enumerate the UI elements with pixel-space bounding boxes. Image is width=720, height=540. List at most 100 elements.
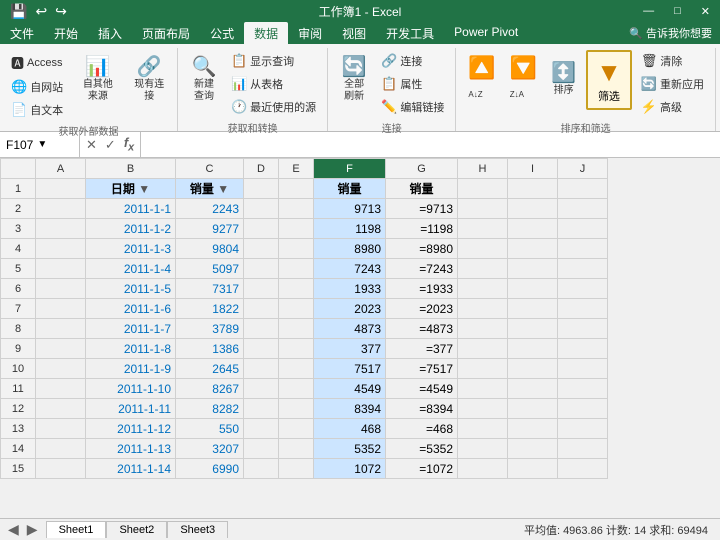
cell-F11[interactable]: 4549 bbox=[314, 379, 386, 399]
row-header-13[interactable]: 13 bbox=[1, 419, 36, 439]
maximize-btn[interactable]: □ bbox=[664, 3, 691, 20]
other-sources-btn[interactable]: 📊 自其他来源 bbox=[72, 50, 123, 110]
insert-function-icon[interactable]: fx bbox=[122, 135, 136, 154]
cell-I5[interactable] bbox=[508, 259, 558, 279]
cell-I13[interactable] bbox=[508, 419, 558, 439]
cell-E1[interactable] bbox=[279, 179, 314, 199]
tab-review[interactable]: 审阅 bbox=[288, 22, 332, 44]
clear-btn[interactable]: 🗑 清除 bbox=[636, 50, 709, 72]
cell-C13[interactable]: 550 bbox=[176, 419, 244, 439]
cell-D13[interactable] bbox=[244, 419, 279, 439]
cell-A14[interactable] bbox=[36, 439, 86, 459]
cell-B8[interactable]: 2011-1-7 bbox=[86, 319, 176, 339]
name-box-dropdown[interactable]: ▼ bbox=[37, 139, 47, 150]
connections-btn[interactable]: 🔗 连接 bbox=[376, 50, 449, 72]
cell-B6[interactable]: 2011-1-5 bbox=[86, 279, 176, 299]
cell-B10[interactable]: 2011-1-9 bbox=[86, 359, 176, 379]
tab-devtools[interactable]: 开发工具 bbox=[376, 22, 444, 44]
help-search[interactable]: 🔍 告诉我你想要 bbox=[621, 22, 720, 44]
cell-D1[interactable] bbox=[244, 179, 279, 199]
cell-A10[interactable] bbox=[36, 359, 86, 379]
cell-F3[interactable]: 1198 bbox=[314, 219, 386, 239]
cell-D6[interactable] bbox=[244, 279, 279, 299]
cell-I12[interactable] bbox=[508, 399, 558, 419]
cell-H13[interactable] bbox=[458, 419, 508, 439]
cell-F7[interactable]: 2023 bbox=[314, 299, 386, 319]
cell-B3[interactable]: 2011-1-2 bbox=[86, 219, 176, 239]
row-header-4[interactable]: 4 bbox=[1, 239, 36, 259]
cell-B15[interactable]: 2011-1-14 bbox=[86, 459, 176, 479]
cell-I3[interactable] bbox=[508, 219, 558, 239]
cell-B14[interactable]: 2011-1-13 bbox=[86, 439, 176, 459]
cell-D12[interactable] bbox=[244, 399, 279, 419]
cell-D14[interactable] bbox=[244, 439, 279, 459]
cell-G9[interactable]: =377 bbox=[386, 339, 458, 359]
cell-B12[interactable]: 2011-1-11 bbox=[86, 399, 176, 419]
cell-E10[interactable] bbox=[279, 359, 314, 379]
cell-H15[interactable] bbox=[458, 459, 508, 479]
cell-F4[interactable]: 8980 bbox=[314, 239, 386, 259]
cell-I7[interactable] bbox=[508, 299, 558, 319]
cell-C1[interactable]: 销量 ▼ bbox=[176, 179, 244, 199]
cell-A1[interactable] bbox=[36, 179, 86, 199]
cell-C8[interactable]: 3789 bbox=[176, 319, 244, 339]
cell-D8[interactable] bbox=[244, 319, 279, 339]
tab-data[interactable]: 数据 bbox=[244, 22, 288, 44]
cell-E2[interactable] bbox=[279, 199, 314, 219]
sort-btn[interactable]: ↕️ 排序 bbox=[545, 50, 582, 110]
cell-A13[interactable] bbox=[36, 419, 86, 439]
cell-D5[interactable] bbox=[244, 259, 279, 279]
cell-I15[interactable] bbox=[508, 459, 558, 479]
cell-G11[interactable]: =4549 bbox=[386, 379, 458, 399]
col-header-C[interactable]: C bbox=[176, 159, 244, 179]
cell-F1[interactable]: 销量 bbox=[314, 179, 386, 199]
cell-H14[interactable] bbox=[458, 439, 508, 459]
cell-G14[interactable]: =5352 bbox=[386, 439, 458, 459]
cell-E14[interactable] bbox=[279, 439, 314, 459]
new-query-btn[interactable]: 🔍 新建查询 bbox=[184, 50, 224, 110]
cell-I6[interactable] bbox=[508, 279, 558, 299]
close-btn[interactable]: ✕ bbox=[691, 3, 720, 20]
confirm-formula-icon[interactable]: ✓ bbox=[103, 137, 118, 153]
cell-G12[interactable]: =8394 bbox=[386, 399, 458, 419]
text-btn[interactable]: 📄 自文本 bbox=[6, 99, 68, 121]
cell-G1[interactable]: 销量 bbox=[386, 179, 458, 199]
cell-B4[interactable]: 2011-1-3 bbox=[86, 239, 176, 259]
cell-H2[interactable] bbox=[458, 199, 508, 219]
cell-B11[interactable]: 2011-1-10 bbox=[86, 379, 176, 399]
cell-D11[interactable] bbox=[244, 379, 279, 399]
cell-H11[interactable] bbox=[458, 379, 508, 399]
refresh-all-btn[interactable]: 🔄 全部刷新 bbox=[334, 50, 374, 110]
cell-A5[interactable] bbox=[36, 259, 86, 279]
sheet-scroll-right[interactable]: ▶ bbox=[23, 521, 42, 538]
cell-D9[interactable] bbox=[244, 339, 279, 359]
cell-I14[interactable] bbox=[508, 439, 558, 459]
row-header-9[interactable]: 9 bbox=[1, 339, 36, 359]
cell-G8[interactable]: =4873 bbox=[386, 319, 458, 339]
cell-A8[interactable] bbox=[36, 319, 86, 339]
row-header-5[interactable]: 5 bbox=[1, 259, 36, 279]
cell-C3[interactable]: 9277 bbox=[176, 219, 244, 239]
cell-J4[interactable] bbox=[558, 239, 608, 259]
access-btn[interactable]: 🅰 Access bbox=[6, 50, 68, 75]
cell-E8[interactable] bbox=[279, 319, 314, 339]
cell-H3[interactable] bbox=[458, 219, 508, 239]
cell-J3[interactable] bbox=[558, 219, 608, 239]
cell-A7[interactable] bbox=[36, 299, 86, 319]
cell-J11[interactable] bbox=[558, 379, 608, 399]
col-header-F[interactable]: F bbox=[314, 159, 386, 179]
cell-J5[interactable] bbox=[558, 259, 608, 279]
sheet-tab-2[interactable]: Sheet2 bbox=[106, 521, 167, 538]
advanced-btn[interactable]: ⚡ 高级 bbox=[636, 96, 709, 118]
row-header-12[interactable]: 12 bbox=[1, 399, 36, 419]
cell-A2[interactable] bbox=[36, 199, 86, 219]
cell-C10[interactable]: 2645 bbox=[176, 359, 244, 379]
cell-G10[interactable]: =7517 bbox=[386, 359, 458, 379]
cell-A4[interactable] bbox=[36, 239, 86, 259]
cancel-formula-icon[interactable]: ✕ bbox=[84, 137, 99, 153]
filter-btn[interactable]: ▼ 筛选 bbox=[586, 50, 632, 110]
sheet-scroll-left[interactable]: ◀ bbox=[4, 521, 23, 538]
row-header-7[interactable]: 7 bbox=[1, 299, 36, 319]
cell-I1[interactable] bbox=[508, 179, 558, 199]
cell-B1[interactable]: 日期 ▼ bbox=[86, 179, 176, 199]
